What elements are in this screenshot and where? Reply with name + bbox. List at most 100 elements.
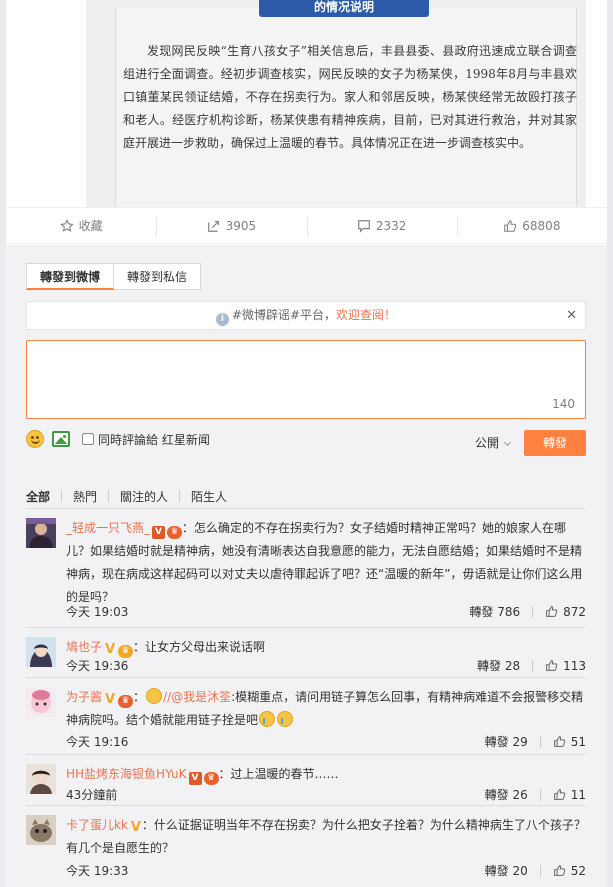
comment-actions: 轉發 26 11 xyxy=(485,786,586,803)
comment-text: _轻成一只飞燕_ V ♛ ：怎么确定的不存在拐卖行为？女子结婚时精神正常吗？她的娘家人… xyxy=(66,517,586,609)
comment-forward-button[interactable]: 轉發 28 xyxy=(477,657,520,674)
emoji-icon[interactable] xyxy=(26,430,44,448)
comment-content: ：什么证据证明当年不存在拐卖？为什么把女子拴着？为什么精神病生了八个孩子？有几个… xyxy=(66,818,586,855)
comment-text: 卡了蛋儿kk V：什么证据证明当年不存在拐卖？为什么把女子拴着？为什么精神病生了八… xyxy=(66,814,586,860)
post-image-area: 的情况说明 发现网民反映“生育八孩女子”相关信息后，丰县县委、县政府迅速成立联合… xyxy=(6,0,607,207)
rumor-notice: i #微博辟谣#平台，欢迎查阅！ ✕ xyxy=(26,301,586,330)
cry-emoji-icon xyxy=(259,711,276,727)
list-item: 卡了蛋儿kk V：什么证据证明当年不存在拐卖？为什么把女子拴着？为什么精神病生了八… xyxy=(26,805,586,885)
comment-prefix: ： xyxy=(133,690,146,704)
comment-like-button[interactable]: 11 xyxy=(553,788,586,802)
star-icon xyxy=(59,218,74,232)
comment-forward-button[interactable]: 轉發 786 xyxy=(469,603,520,620)
comment-actions: 轉發 29 51 xyxy=(485,733,586,750)
comment-like-button[interactable]: 872 xyxy=(545,605,586,619)
comment-time: 今天 19:36 xyxy=(66,659,129,673)
comment-forward-button[interactable]: 轉發 20 xyxy=(485,862,528,879)
thumbs-up-icon xyxy=(546,659,558,671)
verified-badge-icon: V xyxy=(152,526,166,539)
visibility-dropdown[interactable]: 公開 xyxy=(475,434,512,451)
like-count: 52 xyxy=(570,863,586,878)
thumbs-up-icon xyxy=(553,864,565,876)
tab-forward-message[interactable]: 轉發到私信 xyxy=(114,263,202,290)
comment-actions: 轉發 786 872 xyxy=(469,603,586,620)
filter-strangers[interactable]: 陌生人 xyxy=(191,488,227,505)
filter-hot[interactable]: 熱門 xyxy=(73,488,97,505)
comment-meta: 今天 19:33 轉發 20 52 xyxy=(66,862,586,880)
comment-username[interactable]: 卡了蛋儿kk xyxy=(66,818,128,832)
comment-username[interactable]: HH盐烤东海银鱼HYuK xyxy=(66,767,187,781)
divider xyxy=(532,605,534,618)
divider xyxy=(179,490,181,502)
document-text: 发现网民反映“生育八孩女子”相关信息后，丰县县委、县政府迅速成立联合调查组进行全… xyxy=(123,44,577,150)
verified-badge-icon: V xyxy=(104,642,116,657)
tab-forward-weibo[interactable]: 轉發到微博 xyxy=(26,263,115,290)
comment-username[interactable]: _轻成一只飞燕_ xyxy=(66,521,150,535)
comment-count: 2332 xyxy=(375,218,407,233)
avatar[interactable] xyxy=(26,687,56,717)
filter-following[interactable]: 關注的人 xyxy=(120,488,168,505)
avatar[interactable] xyxy=(26,815,56,845)
thumbs-up-icon xyxy=(546,605,558,617)
forward-count: 786 xyxy=(497,605,521,619)
post-image[interactable]: 的情况说明 发现网民反映“生育八孩女子”相关信息后，丰县县委、县政府迅速成立联合… xyxy=(86,0,586,207)
comment-username[interactable]: 为子酱 xyxy=(66,690,102,704)
divider xyxy=(539,788,541,801)
comment-text: HH盐烤东海银鱼HYuK V ♛ ：过上温暖的春节…… xyxy=(66,763,586,786)
forward-tabs: 轉發到微博 轉發到私信 xyxy=(26,263,202,290)
comment-like-button[interactable]: 113 xyxy=(545,659,586,673)
comment-meta: 今天 19:03 轉發 786 872 xyxy=(66,603,586,621)
forward-button[interactable]: 3905 xyxy=(156,208,306,243)
vip-badge-icon: ♛ xyxy=(203,772,219,785)
post-action-bar: 收藏 3905 2332 68808 xyxy=(6,207,607,244)
vip-badge-icon: ♛ xyxy=(167,526,183,539)
like-count: 68808 xyxy=(522,218,561,233)
document-banner: 的情况说明 xyxy=(259,0,429,17)
comment-text: 鳩也子 V ♛ ：让女方父母出来说话啊 xyxy=(66,636,586,659)
close-icon[interactable]: ✕ xyxy=(566,302,577,329)
image-icon[interactable] xyxy=(52,431,70,447)
comment-actions: 轉發 28 113 xyxy=(477,657,586,674)
forward-panel: 轉發到微博 轉發到私信 i #微博辟谣#平台，欢迎查阅！ ✕ 140 同時評論給 … xyxy=(6,245,607,887)
list-item: HH盐烤东海银鱼HYuK V ♛ ：过上温暖的春节…… 43分鐘前 轉發 26 11 xyxy=(26,754,586,805)
comment-username[interactable]: 鳩也子 xyxy=(66,640,102,654)
comment-button[interactable]: 2332 xyxy=(306,208,457,243)
filter-all[interactable]: 全部 xyxy=(26,488,50,505)
comment-meta: 今天 19:36 轉發 28 113 xyxy=(66,657,586,675)
visibility-label: 公開 xyxy=(475,436,500,450)
like-count: 51 xyxy=(570,734,586,749)
forward-count: 28 xyxy=(504,659,521,673)
comment-like-button[interactable]: 51 xyxy=(553,735,586,749)
verified-badge-icon: V xyxy=(104,692,116,707)
comment-time: 今天 19:03 xyxy=(66,605,129,619)
verified-badge-icon: V xyxy=(130,820,141,835)
comment-forward-button[interactable]: 轉發 29 xyxy=(485,733,528,750)
like-button[interactable]: 68808 xyxy=(456,208,607,243)
like-count: 872 xyxy=(563,604,586,619)
comment-filter: 全部 熱門 關注的人 陌生人 xyxy=(26,488,227,505)
comment-time: 今天 19:16 xyxy=(66,735,129,749)
comment-forward-button[interactable]: 轉發 26 xyxy=(485,786,528,803)
forward-count: 26 xyxy=(512,788,528,802)
forward-count: 20 xyxy=(512,864,528,878)
list-item: 为子酱 V ♛：//@我是沐筌:模糊重点，请问用链子算怎么回事，有精神病难道不会报警… xyxy=(26,677,586,754)
comment-icon xyxy=(358,219,370,233)
forward-textarea[interactable]: 140 xyxy=(26,340,586,419)
favorite-button[interactable]: 收藏 xyxy=(6,208,156,243)
comment-text: 为子酱 V ♛：//@我是沐筌:模糊重点，请问用链子算怎么回事，有精神病难道不会报警… xyxy=(66,686,586,732)
forward-count: 3905 xyxy=(225,218,257,233)
comment-mention[interactable]: //@我是沐筌 xyxy=(163,690,231,704)
avatar[interactable] xyxy=(26,764,56,794)
avatar[interactable] xyxy=(26,518,56,548)
list-item: 鳩也子 V ♛ ：让女方父母出来说话啊 今天 19:36 轉發 28 113 xyxy=(26,627,586,677)
avatar[interactable] xyxy=(26,637,56,667)
sync-comment-checkbox[interactable] xyxy=(82,433,94,445)
cry-emoji-icon xyxy=(277,711,294,727)
comment-actions: 轉發 20 52 xyxy=(485,862,586,879)
send-button[interactable]: 轉發 xyxy=(524,430,586,456)
char-counter: 140 xyxy=(552,397,575,411)
notice-link[interactable]: 欢迎查阅！ xyxy=(336,308,396,322)
comment-content: ：让女方父母出来说话啊 xyxy=(133,640,266,654)
forward-count: 29 xyxy=(512,735,528,749)
comment-like-button[interactable]: 52 xyxy=(553,864,586,878)
